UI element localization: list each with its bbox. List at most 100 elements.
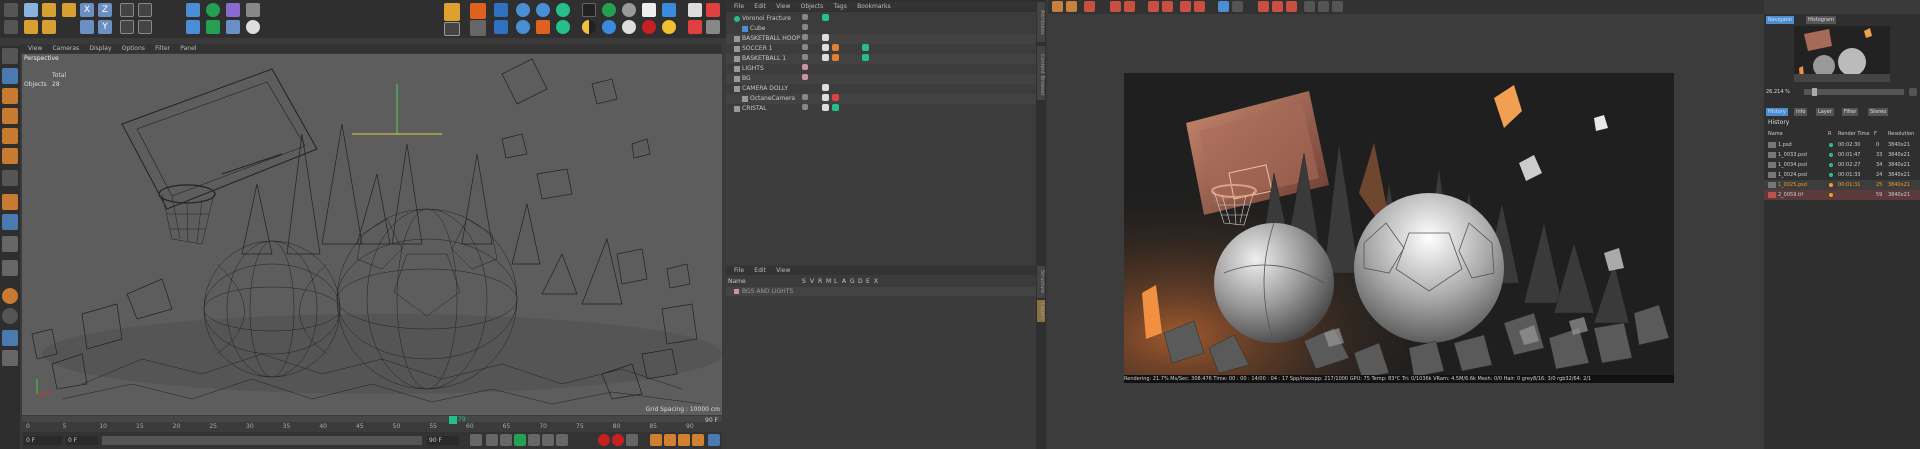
navigator-thumbnail[interactable] [1794,26,1890,82]
stop-render-icon[interactable] [1110,1,1121,12]
visibility-toggle-icon[interactable] [802,104,808,110]
history-row[interactable]: 1.psd 00:02:30 0 3840x21 [1764,140,1920,150]
tab-content-browser[interactable]: Content Browser [1037,50,1045,100]
visibility-toggle-icon[interactable] [802,44,808,50]
viewport-menu-filter[interactable]: Filter [155,44,170,53]
info-icon[interactable] [1180,1,1191,12]
playhead[interactable] [449,416,457,424]
tab-info[interactable]: Info [1794,108,1808,116]
keyframe-selection-icon[interactable] [626,434,638,446]
axis-icon[interactable] [470,20,486,36]
channel-g-icon[interactable] [1272,1,1283,12]
visibility-toggle-icon[interactable] [802,24,808,30]
fit-screen-icon[interactable] [1218,1,1229,12]
render-picture-viewer-icon[interactable] [138,3,152,17]
texture-mode-icon[interactable] [2,88,18,104]
lm-menu-view[interactable]: View [776,266,790,275]
tab-navigator[interactable]: Navigator [1766,16,1795,24]
timeline-menu-icon[interactable] [708,434,720,446]
position-key-icon[interactable] [650,434,662,446]
timeline[interactable]: 0 5 10 15 20 25 30 35 40 45 50 55 60 65 70 75 80 85 90 79 … [22,416,722,432]
enable-axis-icon[interactable] [2,194,18,210]
history-row[interactable]: 2_0059.tif 59 3840x21 [1764,190,1920,200]
undo-icon[interactable] [4,3,18,17]
edges-mode-icon[interactable] [2,128,18,144]
lm-menu-edit[interactable]: Edit [754,266,766,275]
loop-icon[interactable] [556,434,568,446]
rotation-key-icon[interactable] [664,434,676,446]
material-tag-icon[interactable] [822,94,829,101]
half-circle-icon[interactable] [582,20,596,34]
dark-tool-icon[interactable] [582,3,596,17]
octane-tag-icon[interactable] [862,44,869,51]
tab-attributes[interactable]: Attributes [1037,2,1045,42]
viewport-menu-panel[interactable]: Panel [180,44,196,53]
material-tag-icon[interactable] [822,104,829,111]
history-row[interactable]: 1_0024.psd 00:01:33 24 3840x21 [1764,170,1920,180]
move-icon[interactable] [24,20,38,34]
texture-icon[interactable] [470,3,486,19]
refresh-icon[interactable] [602,3,616,17]
octane-tag-icon[interactable] [832,104,839,111]
uv-mode-icon[interactable] [2,170,18,186]
zoom-slider-handle[interactable] [1812,88,1817,96]
viewport-menu-view[interactable]: View [28,44,42,53]
y-axis-icon[interactable]: Y [98,20,112,34]
range-slider[interactable] [102,436,422,445]
visibility-toggle-icon[interactable] [802,54,808,60]
render-view-icon[interactable] [120,3,134,17]
white-sphere-icon[interactable] [622,20,636,34]
redo-icon[interactable] [4,20,18,34]
end-field[interactable]: 90 F [427,436,459,445]
octane-tag-icon[interactable] [832,54,839,61]
soft-selection-icon[interactable] [2,350,18,366]
autokey-icon[interactable] [612,434,624,446]
tab-history[interactable]: History [1766,108,1788,116]
octane-tag-icon[interactable] [822,14,829,21]
viewport-menu-options[interactable]: Options [122,44,145,53]
zoom-icon[interactable] [1232,1,1243,12]
octane-material-icon[interactable] [536,3,550,17]
scene-icon[interactable] [226,20,240,34]
add-null-icon[interactable] [444,22,460,36]
cloner-icon[interactable] [206,20,220,34]
cursor-icon[interactable] [62,3,76,17]
layers-icon[interactable] [688,20,702,34]
tab-layer[interactable]: Layer [1816,108,1834,116]
octane-object-tag-icon[interactable] [556,20,570,34]
lock-icon[interactable] [2,330,18,346]
layer-row[interactable]: BGS AND LIGHTS [726,287,1036,296]
save-file-icon[interactable] [1066,1,1077,12]
filter-icon[interactable] [1318,1,1329,12]
octane-live-viewer-icon[interactable] [516,3,530,17]
history-row[interactable]: 1_0033.psd 00:01:47 33 3840x21 [1764,150,1920,160]
material-tag-icon[interactable] [822,34,829,41]
tab-layers[interactable]: Layers [1037,300,1045,322]
solo-icon[interactable] [2,308,18,324]
ab-compare-icon[interactable] [1148,1,1159,12]
viewport-menu-cameras[interactable]: Cameras [52,44,79,53]
image-icon[interactable] [662,3,676,17]
step-back-icon[interactable] [486,434,498,446]
coordinate-system-icon[interactable] [80,20,94,34]
visibility-toggle-icon[interactable] [802,64,808,70]
deformer-icon[interactable] [226,3,240,17]
material-tag-icon[interactable] [822,84,829,91]
lm-menu-file[interactable]: File [734,266,744,275]
visibility-toggle-icon[interactable] [802,34,808,40]
visibility-toggle-icon[interactable] [802,94,808,100]
polygons-mode-icon[interactable] [2,148,18,164]
grey-sphere-icon[interactable] [622,3,636,17]
go-to-start-icon[interactable] [470,434,482,446]
om-menu-bookmarks[interactable]: Bookmarks [857,2,891,11]
octane-tag-icon[interactable] [862,54,869,61]
play-icon[interactable] [514,434,526,446]
edit-render-settings-icon[interactable] [120,20,134,34]
render-icon[interactable] [1084,1,1095,12]
red-record-icon[interactable] [642,20,656,34]
om-menu-view[interactable]: View [776,2,790,11]
snapping-icon[interactable] [2,236,18,252]
calendar-icon[interactable] [688,3,702,17]
material-tag-icon[interactable] [822,44,829,51]
light-icon[interactable] [246,20,260,34]
